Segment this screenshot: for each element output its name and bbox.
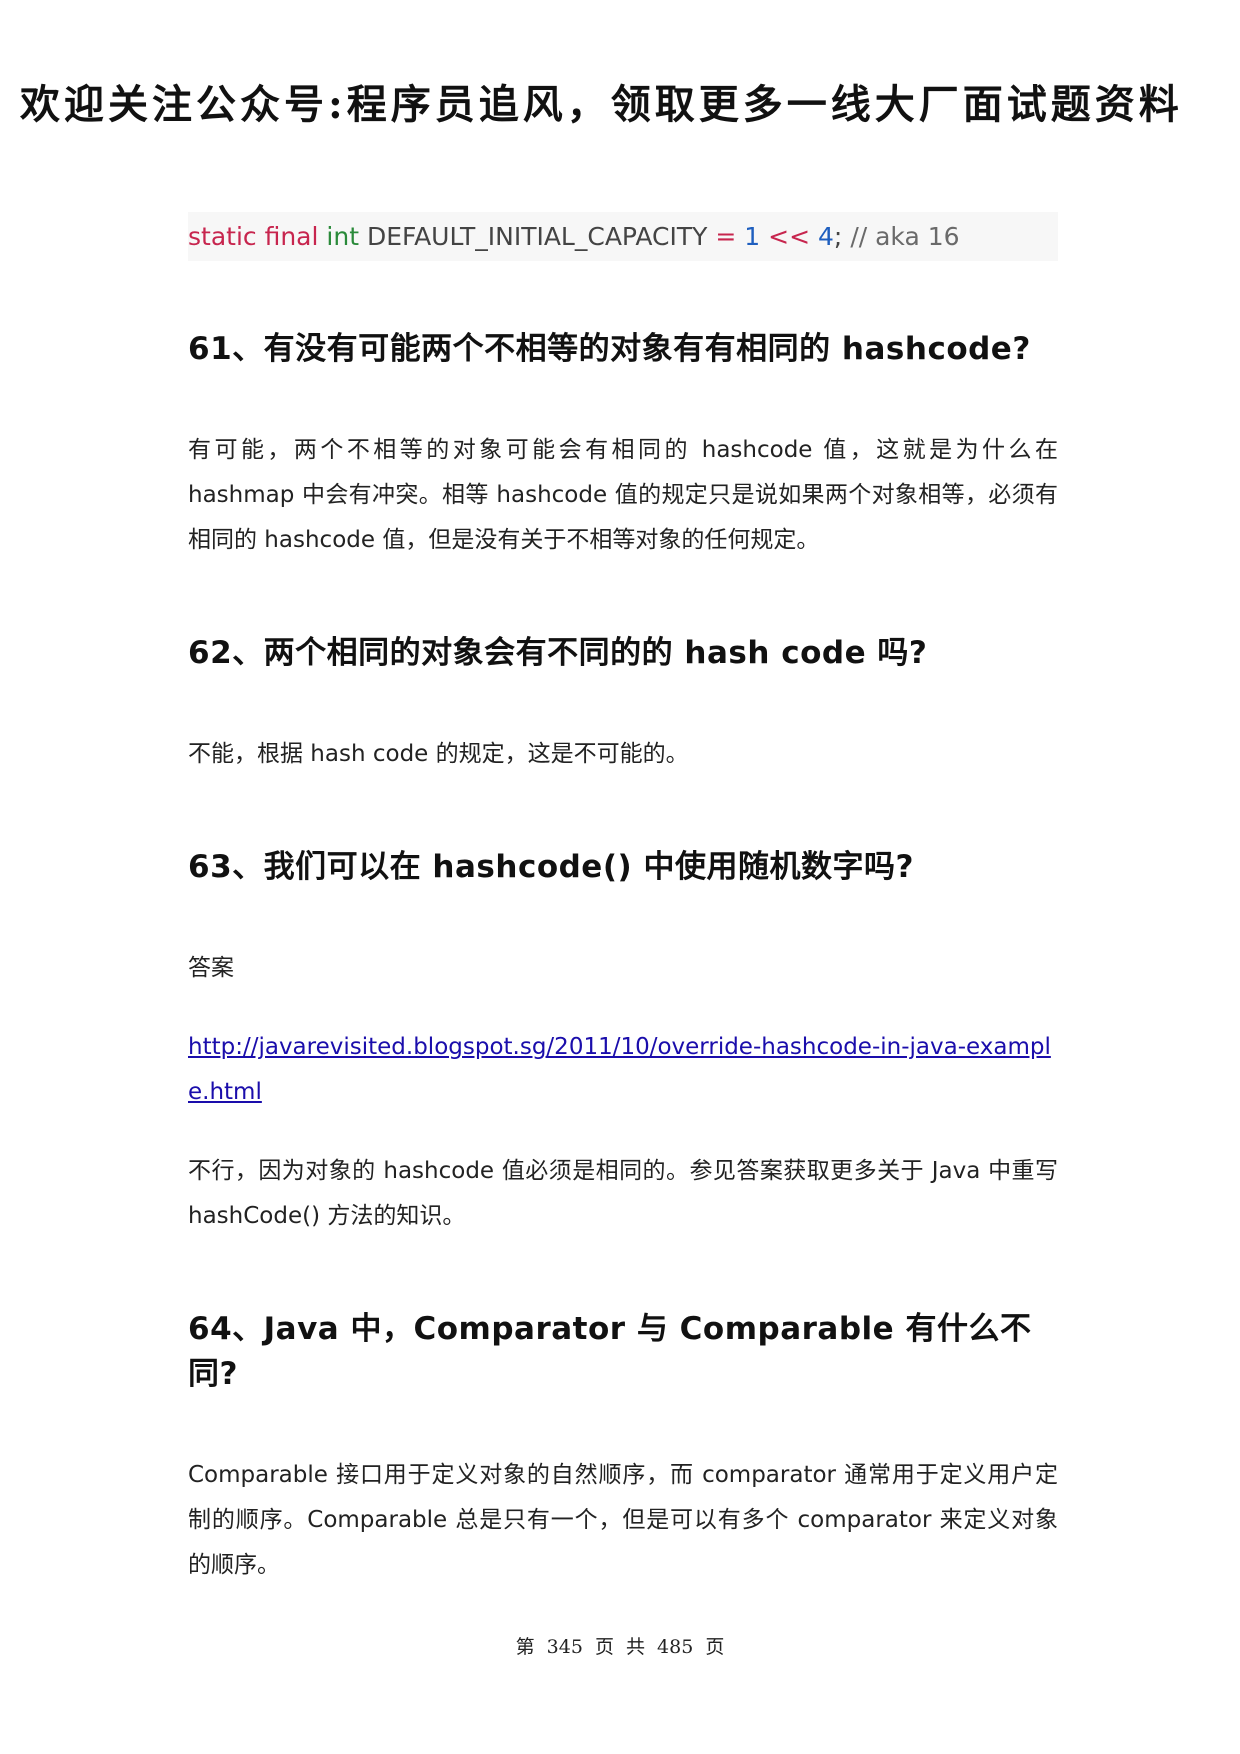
answer-link[interactable]: http://javarevisited.blogspot.sg/2011/10… bbox=[188, 1034, 1051, 1105]
section-62-paragraph: 不能，根据 hash code 的规定，这是不可能的。 bbox=[188, 741, 689, 767]
page-content: static final int DEFAULT_INITIAL_CAPACIT… bbox=[188, 208, 1058, 1588]
code-number-four: 4 bbox=[818, 222, 834, 251]
code-type-int: int bbox=[326, 222, 359, 251]
section-64-paragraph: Comparable 接口用于定义对象的自然顺序，而 comparator 通常… bbox=[188, 1462, 1058, 1578]
code-number-one: 1 bbox=[744, 222, 761, 251]
answer-label: 答案 bbox=[188, 955, 234, 981]
section-62-heading: 62、两个相同的对象会有不同的的 hash code 吗? bbox=[188, 635, 928, 671]
code-keyword-final: final bbox=[264, 222, 319, 251]
section-61-heading: 61、有没有可能两个不相等的对象有有相同的 hashcode? bbox=[188, 331, 1031, 367]
section-64-heading: 64、Java 中，Comparator 与 Comparable 有什么不同? bbox=[188, 1311, 1032, 1392]
code-keyword-static: static bbox=[188, 222, 257, 251]
code-snippet: static final int DEFAULT_INITIAL_CAPACIT… bbox=[188, 212, 1058, 261]
answer-link-paragraph: http://javarevisited.blogspot.sg/2011/10… bbox=[188, 1025, 1058, 1115]
code-comment: // aka 16 bbox=[850, 222, 960, 251]
code-operator-shift: << bbox=[768, 222, 811, 251]
watermark-banner: 欢迎关注公众号:程序员追风，领取更多一线大厂面试题资料 bbox=[20, 81, 1183, 128]
section-61-paragraph: 有可能，两个不相等的对象可能会有相同的 hashcode 值，这就是为什么在 h… bbox=[188, 437, 1058, 553]
section-63-heading: 63、我们可以在 hashcode() 中使用随机数字吗? bbox=[188, 849, 914, 885]
code-operator-assign: = bbox=[715, 222, 737, 251]
code-identifier: DEFAULT_INITIAL_CAPACITY bbox=[366, 222, 708, 251]
code-semicolon: ; bbox=[833, 222, 843, 251]
section-63-paragraph: 不行，因为对象的 hashcode 值必须是相同的。参见答案获取更多关于 Jav… bbox=[188, 1158, 1058, 1229]
page-footer: 第 345 页 共 485 页 bbox=[515, 1636, 725, 1658]
